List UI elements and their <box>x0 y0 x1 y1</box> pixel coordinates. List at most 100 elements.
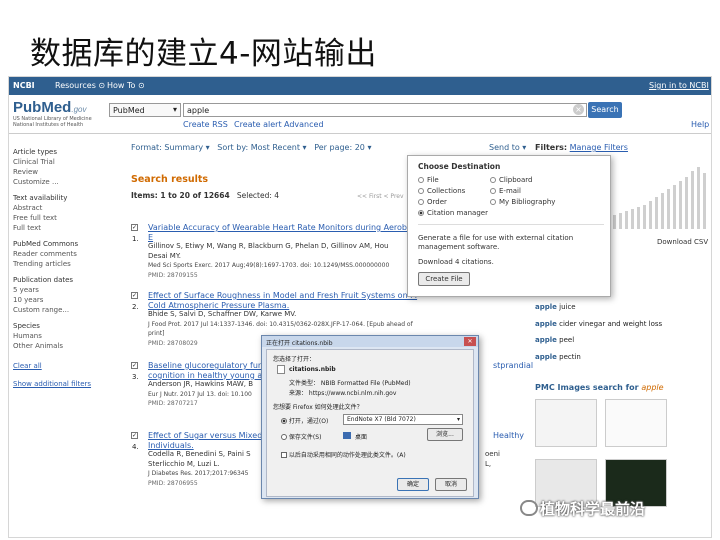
dialog-filename: citations.nbib <box>289 366 336 373</box>
option-email[interactable]: E-mail <box>490 187 521 195</box>
filters-label: Filters: <box>535 143 568 152</box>
suggestion-item[interactable]: apple peel <box>535 332 709 349</box>
option-order[interactable]: Order <box>418 198 447 206</box>
option-collections[interactable]: Collections <box>418 187 465 195</box>
option-bibliography[interactable]: My Bibliography <box>490 198 555 206</box>
advanced-link[interactable]: Advanced <box>284 120 324 129</box>
slide-title: 数据库的建立4-网站输出 <box>30 36 377 72</box>
create-alert-link[interactable]: Create alert <box>234 120 282 129</box>
record-title[interactable]: Variable Accuracy of Wearable Heart Rate… <box>148 223 421 242</box>
sidebar-item[interactable]: Humans <box>13 331 101 341</box>
remember-checkbox[interactable]: 以后自动采用相同的动作处理此类文件。(A) <box>281 450 406 459</box>
suggestion-item[interactable]: apple cider vinegar and weight loss <box>535 316 709 333</box>
download-csv-link[interactable]: Download CSV <box>657 238 708 246</box>
send-to-popup: Choose Destination File Clipboard Collec… <box>407 155 611 297</box>
help-link[interactable]: Help <box>691 120 709 129</box>
create-rss-link[interactable]: Create RSS <box>183 120 228 129</box>
image-thumbnail[interactable] <box>605 399 667 447</box>
checkbox-icon <box>281 452 287 458</box>
pmc-label: PMC Images search for <box>535 383 639 392</box>
record-checkbox[interactable]: ✓ <box>131 362 138 369</box>
suggestion-bold: apple <box>535 319 557 328</box>
record-checkbox[interactable]: ✓ <box>131 432 138 439</box>
sidebar-item[interactable]: 10 years <box>13 295 101 305</box>
record-checkbox[interactable]: ✓ <box>131 292 138 299</box>
suggestion-item[interactable]: apple juice <box>535 299 709 316</box>
radio-icon <box>418 199 424 205</box>
radio-icon <box>490 199 496 205</box>
nlm-subtitle: US National Library of Medicine National… <box>13 116 103 128</box>
sidebar-head: Text availability <box>13 194 68 202</box>
save-file-radio[interactable]: 保存文件(S) <box>281 432 321 441</box>
save-file-label: 保存文件(S) <box>288 434 322 441</box>
remember-label: 以后自动采用相同的动作处理此类文件。(A) <box>288 452 406 459</box>
signin-link[interactable]: Sign in to NCBI <box>649 81 709 90</box>
sidebar-item[interactable]: Free full text <box>13 213 101 223</box>
suggestion-item[interactable]: apple pectin <box>535 349 709 366</box>
create-file-button[interactable]: Create File <box>418 272 470 286</box>
sidebar-head: Publication dates <box>13 276 74 284</box>
option-label: Order <box>427 198 447 206</box>
perpage-select[interactable]: Per page: 20 ▾ <box>314 143 371 152</box>
sidebar-item[interactable]: Trending articles <box>13 259 101 269</box>
record-checkbox[interactable]: ✓ <box>131 224 138 231</box>
sidebar-item[interactable]: Full text <box>13 223 101 233</box>
search-button[interactable]: Search <box>588 102 622 118</box>
manage-filters-link[interactable]: Manage Filters <box>570 143 628 152</box>
suggestion-rest: juice <box>556 303 576 311</box>
sidebar-item[interactable]: Abstract <box>13 203 101 213</box>
record-journal: Med Sci Sports Exerc. 2017 Aug;49(8):169… <box>148 262 390 269</box>
pubmed-logo-gov: .gov <box>71 105 87 114</box>
clear-search-icon[interactable]: × <box>573 104 584 115</box>
ncbi-top-bar: NCBI Resources ⊙ How To ⊙ Sign in to NCB… <box>9 77 711 95</box>
wechat-icon <box>520 500 538 516</box>
browse-button[interactable]: 浏览... <box>427 428 463 441</box>
close-icon[interactable]: ✕ <box>464 337 476 346</box>
sidebar-item[interactable]: Customize ... <box>13 177 101 187</box>
citation-description: Generate a file for use with external ci… <box>418 234 574 251</box>
sidebar-item[interactable]: Custom range... <box>13 305 101 315</box>
resources-menu[interactable]: Resources ⊙ <box>55 81 105 90</box>
nih-line: National Institutes of Health <box>13 122 84 128</box>
option-clipboard[interactable]: Clipboard <box>490 176 532 184</box>
option-file[interactable]: File <box>418 176 439 184</box>
sidebar-item[interactable]: 5 years <box>13 285 101 295</box>
sidebar-head: Species <box>13 322 40 330</box>
sidebar-item[interactable]: Review <box>13 167 101 177</box>
filter-sidebar: Article types Clinical Trial Review Cust… <box>13 143 101 389</box>
chevron-down-icon: ▾ <box>172 105 177 114</box>
ncbi-logo[interactable]: NCBI <box>13 81 35 90</box>
result-record: ✓ 1. Variable Accuracy of Wearable Heart… <box>131 223 421 280</box>
sidebar-head: Article types <box>13 148 57 156</box>
open-with-radio[interactable]: 打开，通过(O) <box>281 416 328 425</box>
option-label: File <box>427 176 439 184</box>
option-citation-manager[interactable]: Citation manager <box>418 209 488 217</box>
record-title[interactable]: Effect of Surface Roughness in Model and… <box>148 291 421 301</box>
dialog-question: 您想要 Firefox 如何处理此文件？ <box>273 404 363 411</box>
sort-select[interactable]: Sort by: Most Recent ▾ <box>217 143 306 152</box>
pubmed-logo[interactable]: PubMed.gov <box>13 99 86 116</box>
browser-screenshot: NCBI Resources ⊙ How To ⊙ Sign in to NCB… <box>8 76 712 538</box>
show-filters-link[interactable]: Show additional filters <box>13 379 101 389</box>
image-thumbnail[interactable] <box>535 399 597 447</box>
file-icon <box>277 365 285 374</box>
howto-menu[interactable]: How To ⊙ <box>107 81 145 90</box>
pager[interactable]: << First < Prev <box>357 193 404 200</box>
clear-all-link[interactable]: Clear all <box>13 361 101 371</box>
database-select[interactable]: PubMed ▾ <box>109 103 181 117</box>
histogram-bars <box>595 167 706 229</box>
record-title-cont[interactable]: Cold Atmospheric Pressure Plasma. <box>148 301 421 311</box>
sidebar-item[interactable]: Clinical Trial <box>13 157 101 167</box>
application-select[interactable]: EndNote X7 (Bld 7072) ▾ <box>343 414 463 425</box>
sidebar-item[interactable]: Other Animals <box>13 341 101 351</box>
ok-button[interactable]: 确定 <box>397 478 429 491</box>
cancel-button[interactable]: 取消 <box>435 478 467 491</box>
send-to-button[interactable]: Send to ▾ <box>489 143 526 152</box>
search-input[interactable]: apple <box>183 103 587 117</box>
sidebar-item[interactable]: Reader comments <box>13 249 101 259</box>
dialog-prompt: 您选择了打开： <box>273 356 316 363</box>
format-select[interactable]: Format: Summary ▾ <box>131 143 210 152</box>
display-settings: Format: Summary ▾ Sort by: Most Recent ▾… <box>131 143 371 152</box>
sidebar-head: PubMed Commons <box>13 240 79 248</box>
header-divider <box>9 133 711 134</box>
